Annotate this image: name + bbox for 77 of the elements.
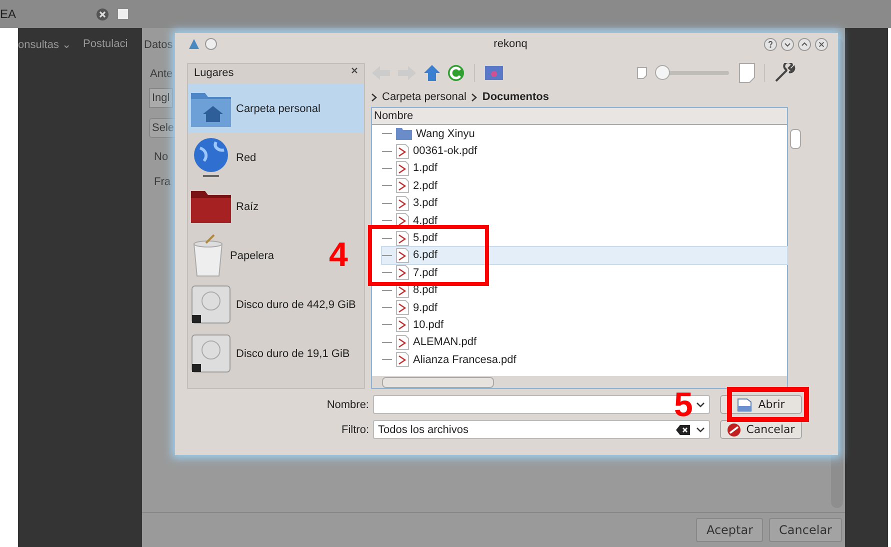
up-arrow-icon[interactable]: [423, 64, 441, 82]
cancel-button[interactable]: Cancelar: [720, 420, 802, 439]
file-row[interactable]: 3.pdf: [382, 194, 787, 212]
pdf-file-icon: [396, 300, 409, 316]
column-header[interactable]: Nombre: [372, 108, 787, 125]
table-cell: Fra: [154, 176, 170, 188]
pdf-file-icon: [396, 317, 409, 332]
step-number: 4: [329, 238, 348, 272]
pdf-file-icon: [396, 196, 409, 211]
chevron-icon: [371, 92, 377, 102]
file-row[interactable]: 1.pdf: [382, 160, 787, 178]
folder-icon: [396, 127, 412, 140]
dialog-title: Datos: [144, 39, 173, 51]
pdf-file-icon: [396, 178, 409, 194]
pdf-file-icon: [396, 334, 409, 350]
breadcrumb-item[interactable]: Carpeta personal: [382, 91, 466, 103]
breadcrumb-item[interactable]: Documentos: [482, 91, 550, 103]
step-number: 5: [674, 388, 693, 422]
pdf-file-icon: [396, 265, 409, 280]
nav-item[interactable]: onsultas ⌄: [18, 38, 72, 51]
file-row[interactable]: 10.pdf: [382, 316, 787, 334]
document-icon: [737, 398, 754, 412]
panel-title: Lugares: [194, 67, 234, 81]
new-tab-icon[interactable]: [117, 8, 129, 20]
place-item[interactable]: Raíz: [188, 182, 265, 231]
pdf-file-icon: [396, 352, 409, 368]
place-item[interactable]: Disco duro de 19,1 GiB: [188, 329, 356, 378]
file-row[interactable]: Alianza Francesa.pdf: [382, 351, 787, 368]
file-row[interactable]: ALEMAN.pdf: [382, 334, 787, 352]
dialog-button[interactable]: Aceptar: [696, 518, 764, 542]
file-row[interactable]: 5.pdf: [382, 229, 787, 247]
pdf-file-icon: [396, 144, 409, 159]
dropdown-icon: [696, 426, 705, 432]
field-label: Ante: [150, 68, 173, 80]
reload-icon[interactable]: [447, 64, 465, 82]
maximize-icon[interactable]: [798, 38, 811, 50]
minimize-icon[interactable]: [781, 38, 794, 50]
place-item[interactable]: Red: [188, 133, 262, 182]
file-row[interactable]: 00361-ok.pdf: [382, 142, 787, 160]
place-item[interactable]: Papelera: [188, 231, 280, 280]
window-title: rekonq: [492, 38, 528, 50]
close-icon[interactable]: [351, 67, 358, 74]
select-button[interactable]: Sele: [149, 118, 178, 138]
file-row[interactable]: 6.pdf: [382, 246, 787, 264]
file-row[interactable]: 2.pdf: [382, 177, 787, 195]
field-label: Nombre:: [326, 398, 369, 410]
wrench-icon[interactable]: [774, 63, 798, 83]
chevron-icon: [471, 92, 478, 102]
close-icon[interactable]: [815, 38, 828, 50]
tab-title[interactable]: EA: [0, 7, 80, 21]
open-button[interactable]: Abrir: [720, 395, 802, 414]
help-icon[interactable]: [764, 38, 777, 50]
place-item[interactable]: Carpeta personal: [188, 84, 364, 133]
table-header: No: [154, 151, 168, 163]
file-row[interactable]: Wang Xinyu: [382, 125, 787, 142]
place-item[interactable]: Disco duro de 442,9 GiB: [188, 280, 362, 329]
file-row[interactable]: 7.pdf: [382, 264, 787, 282]
small-page-icon: [637, 67, 647, 79]
pdf-file-icon: [396, 248, 409, 263]
file-row[interactable]: 4.pdf: [382, 212, 787, 230]
cancel-icon: [727, 422, 742, 436]
language-field[interactable]: Ingl: [149, 88, 173, 108]
horizontal-scrollbar[interactable]: [372, 376, 787, 388]
close-icon[interactable]: [96, 8, 109, 20]
pdf-file-icon: [396, 230, 409, 246]
field-label: Filtro:: [340, 424, 369, 436]
clear-icon[interactable]: [676, 424, 690, 434]
dialog-button[interactable]: Cancelar: [769, 518, 842, 542]
dropdown-icon: [696, 402, 705, 408]
pdf-file-icon: [396, 160, 409, 176]
folder-icon: [190, 188, 232, 224]
preview-icon[interactable]: [484, 65, 504, 81]
file-row[interactable]: 9.pdf: [382, 298, 787, 316]
app-icon: [187, 37, 201, 51]
filter-field[interactable]: Todos los archivos: [373, 420, 710, 439]
nav-item[interactable]: Postulaci: [83, 38, 128, 51]
large-page-icon: [739, 63, 755, 83]
